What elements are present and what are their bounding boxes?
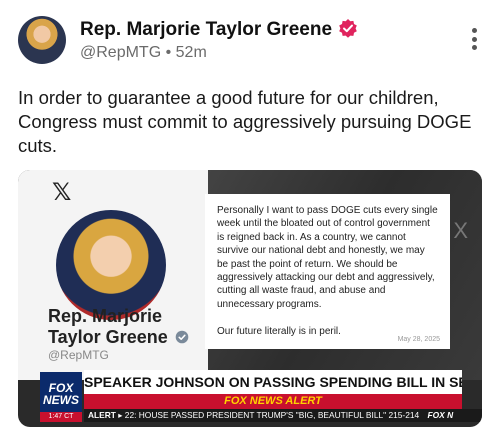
- author-name-row[interactable]: Rep. Marjorie Taylor Greene: [80, 18, 358, 41]
- ticker-tag: ALERT ▸: [88, 410, 123, 420]
- verified-badge-icon: [339, 19, 357, 38]
- news-ticker: ALERT ▸ 22: HOUSE PASSED PRESIDENT TRUMP…: [84, 409, 482, 422]
- x-logo-icon: 𝕏: [52, 179, 72, 206]
- quote-card: Personally I want to pass DOGE cuts ever…: [205, 194, 450, 349]
- author-handle[interactable]: @RepMTG: [80, 44, 161, 61]
- post-media-image[interactable]: 𝕏 Rep. Marjorie Taylor Greene @RepMTG Pe…: [18, 170, 482, 427]
- ticker-text: 22: HOUSE PASSED PRESIDENT TRUMP'S "BIG,…: [124, 410, 420, 420]
- alert-banner: FOX NEWS ALERT: [84, 394, 462, 409]
- media-profile-handle: @RepMTG: [48, 348, 109, 362]
- news-lower-third: FOX NEWS 1:47 CT SPEAKER JOHNSON ON PASS…: [18, 364, 482, 427]
- ghost-x-icon: X: [453, 218, 468, 243]
- author-avatar[interactable]: [18, 16, 66, 64]
- broadcast-clock: 1:47 CT: [40, 412, 82, 422]
- fox-news-logo: FOX NEWS: [40, 372, 82, 416]
- verified-badge-icon: [175, 330, 189, 344]
- profile-photo: [56, 210, 166, 320]
- post-body-text: In order to guarantee a good future for …: [18, 87, 472, 156]
- post-timestamp[interactable]: 52m: [176, 44, 207, 61]
- ticker-brand: FOX N: [427, 410, 454, 420]
- post-header: Rep. Marjorie Taylor Greene @RepMTG • 52…: [18, 14, 482, 68]
- broadcast-headline: SPEAKER JOHNSON ON PASSING SPENDING BILL…: [84, 370, 462, 394]
- quote-text: Personally I want to pass DOGE cuts ever…: [217, 205, 438, 337]
- author-display-name[interactable]: Rep. Marjorie Taylor Greene: [80, 19, 332, 40]
- meta-separator: •: [165, 44, 172, 61]
- quote-date: May 28, 2025: [397, 336, 440, 343]
- post-meta: @RepMTG • 52m: [80, 44, 207, 62]
- media-profile-name: Rep. Marjorie Taylor Greene: [48, 306, 208, 348]
- more-options-icon[interactable]: [472, 28, 478, 50]
